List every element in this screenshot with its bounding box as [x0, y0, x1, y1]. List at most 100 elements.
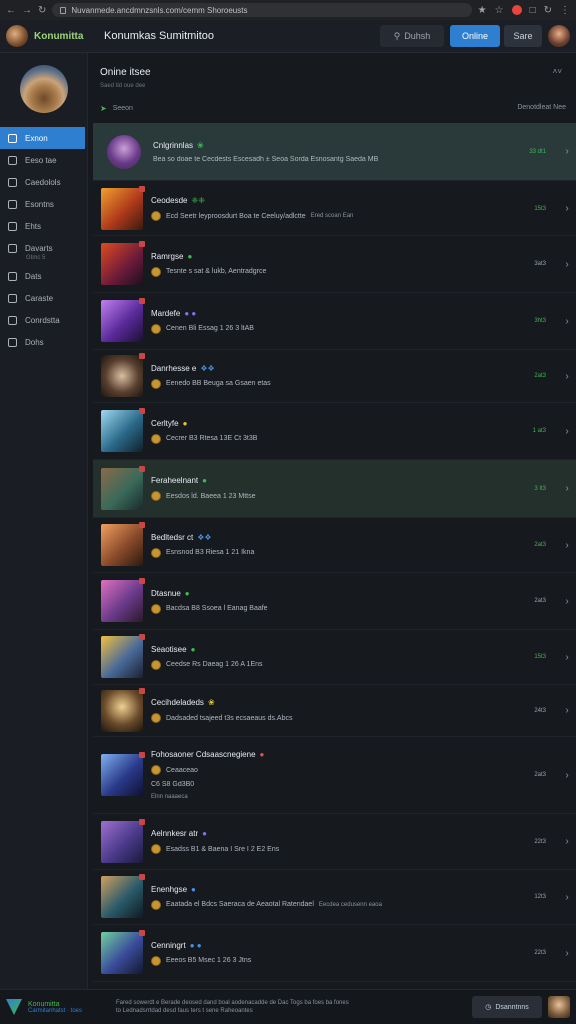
browser-bar: ← → ↻ Nuvanmede.ancdmnzsnls.com/cemm Sho…	[0, 0, 576, 20]
list-item[interactable]: Mardefe ● ● Cenen Bli Essag 1 26 3 ltAB 3ht…	[93, 293, 576, 350]
forward-icon[interactable]: →	[22, 5, 32, 16]
chevron-right-icon[interactable]: ›	[558, 426, 576, 437]
reload-icon[interactable]: ↻	[38, 5, 46, 16]
list-item[interactable]: Feraheelnant ● Eesdos ld. Baeea 1 23 Mttse…	[93, 460, 576, 518]
list-item[interactable]: Cecihdeladeds ❀ Dadsaded tsajeed t3s ecsae…	[93, 685, 576, 737]
list-item[interactable]: Seaotisee ● Ceedse Rs Daeag 1 26 A 1Ens 15t…	[93, 630, 576, 685]
sidebar-item-7[interactable]: Caraste	[0, 287, 87, 309]
sidebar-item-8[interactable]: Conrdstta	[0, 309, 87, 331]
share-icon[interactable]: ★	[478, 5, 487, 16]
sidebar-item-label: Exnon	[25, 133, 48, 143]
menu-icon[interactable]: ⋮	[560, 5, 570, 16]
friend-detail: Ecd Seetr leyproosdurt Boa te Ceeluy/adl…	[151, 211, 506, 221]
coin-icon	[151, 844, 161, 854]
sort-label[interactable]: Denotdleat Nee	[517, 104, 566, 113]
search-icon: ⚲	[393, 30, 401, 41]
sidebar-item-label: Conrdstta	[25, 315, 60, 325]
status-badge: ●	[259, 750, 265, 759]
list-item[interactable]: Ceodesde ❈❈ Ecd Seetr leyproosdurt Boa te …	[93, 182, 576, 236]
chevron-right-icon[interactable]: ›	[558, 836, 576, 847]
footer-avatar[interactable]	[548, 996, 570, 1018]
user-avatar[interactable]	[548, 25, 570, 47]
status-corner-icon	[139, 687, 145, 694]
chevron-right-icon[interactable]: ›	[558, 892, 576, 903]
search-button[interactable]: ⚲ Duhsh	[380, 25, 444, 47]
sidebar-item-label: Davarts	[25, 243, 53, 253]
sidebar-item-3[interactable]: Esontns	[0, 193, 87, 215]
extension-icon[interactable]	[511, 5, 522, 15]
collapse-icon[interactable]: ˄˅	[553, 67, 562, 76]
chevron-right-icon[interactable]: ›	[558, 259, 576, 270]
section-subtitle: Saed tid oue dee	[100, 83, 146, 89]
chevron-right-icon[interactable]: ›	[558, 770, 576, 781]
chevron-right-icon[interactable]: ›	[558, 203, 576, 214]
sidebar-item-2[interactable]: Caedolols	[0, 171, 87, 193]
friend-name-row: Fohosaoner Cdsaascnegiene ●	[151, 750, 506, 759]
chevron-right-icon[interactable]: ›	[558, 371, 576, 382]
list-item[interactable]: Danrhesse e ❖❖ Eenedo BB Beuga sa Gsaen et…	[93, 350, 576, 403]
chevron-right-icon[interactable]: ›	[558, 596, 576, 607]
chevron-right-icon[interactable]: ›	[558, 540, 576, 551]
list-item[interactable]: Enenhgse ● Eaatada el Bdcs Saeraca de Aeao…	[93, 870, 576, 925]
online-button[interactable]: Online	[450, 25, 500, 47]
footer-text: Fared sowerdt e Berade deosed dand boal …	[108, 1000, 472, 1014]
list-item[interactable]: Cnlgrinnlas ❀ Bea so doae te Cecdests Esce…	[93, 123, 576, 181]
friend-name-row: Cecihdeladeds ❀	[151, 698, 506, 707]
sidebar-item-1[interactable]: Eeso tae	[0, 149, 87, 171]
sidebar-item-0[interactable]: Exnon	[0, 127, 85, 149]
chevron-right-icon[interactable]: ›	[558, 948, 576, 959]
status-corner-icon	[139, 408, 145, 414]
sync-icon[interactable]: ↻	[544, 5, 552, 16]
status-text: 15t3	[534, 654, 546, 660]
back-icon[interactable]: ←	[6, 5, 16, 16]
friend-name: Cerltyfe	[151, 418, 179, 428]
friend-name-row: Cenningrt ● ●	[151, 941, 506, 950]
chevron-right-icon[interactable]: ›	[558, 483, 576, 494]
list-item[interactable]: Cenningrt ● ● Eeeos B5 Msec 1 26 3 Jtns 22t…	[93, 925, 576, 982]
sidebar-item-6[interactable]: Dats	[0, 265, 87, 287]
list-item[interactable]: Cerltyfe ● Cecrer B3 Rtesa 13E Ct 3t3B 1 at…	[93, 403, 576, 460]
settings-icon	[8, 271, 17, 281]
address-bar[interactable]: Nuvanmede.ancdmnzsnls.com/cemm Shoroeust…	[52, 3, 472, 17]
status-corner-icon	[139, 930, 145, 936]
chevron-right-icon[interactable]: ›	[558, 146, 576, 157]
coin-icon	[151, 433, 161, 444]
friend-detail: Dadsaded tsajeed t3s ecsaeaus ds.Abcs	[151, 713, 506, 723]
users-icon	[8, 199, 17, 209]
friend-activity: Eaatada el Bdcs Saeraca de Aeaotal Raten…	[166, 901, 314, 908]
chevron-right-icon[interactable]: ›	[558, 316, 576, 327]
friend-info: Enenhgse ● Eaatada el Bdcs Saeraca de Aeao…	[151, 885, 506, 910]
sidebar-item-label: Ehts	[25, 221, 42, 231]
sidebar-item-label: Caraste	[25, 293, 54, 303]
friend-info: Cnlgrinnlas ❀ Bea so doae te Cecdests Esce…	[153, 141, 506, 163]
status-text: 12t3	[534, 894, 546, 900]
sidebar-item-9[interactable]: Dohs	[0, 331, 87, 353]
status-corner-icon	[139, 185, 145, 192]
bookmark-icon[interactable]: □	[530, 5, 536, 16]
friend-avatar	[101, 185, 145, 230]
chevron-right-icon[interactable]: ›	[558, 705, 576, 716]
status-text: 3ht3	[534, 318, 546, 324]
friend-avatar	[101, 752, 145, 796]
list-item[interactable]: Fohosaoner Cdsaascnegiene ● Ceaaceao C6 S8 …	[93, 737, 576, 814]
app-logo[interactable]	[6, 25, 28, 47]
sidebar: Exnon Eeso tae Caedolols Esontns Ehts Da…	[0, 53, 88, 989]
footer-button[interactable]: ◷ Dsanntnns	[472, 996, 542, 1018]
status-badge: ●	[187, 251, 193, 261]
list-item[interactable]: Ramrgse ● Tesnte s sat & lukb, Aentradgrce…	[93, 236, 576, 293]
store-button[interactable]: Sare	[504, 25, 542, 47]
status-text: 15t3	[534, 205, 546, 212]
list-item[interactable]: Bedltedsr ct ❖❖ Esnsnod B3 Riesa 1 21 Ikna…	[93, 518, 576, 573]
sidebar-item-4[interactable]: Ehts	[0, 215, 87, 237]
star-icon[interactable]: ☆	[495, 5, 504, 16]
filter-label[interactable]: Seeon	[113, 105, 133, 112]
friend-activity: Eenedo BB Beuga sa Gsaen etas	[166, 380, 271, 387]
status-corner-icon	[139, 752, 145, 758]
browser-tools: ★ ☆ □ ↻ ⋮	[478, 5, 570, 16]
friend-name: Dtasnue	[151, 588, 181, 598]
chevron-right-icon[interactable]: ›	[558, 652, 576, 663]
profile-avatar[interactable]	[19, 65, 68, 113]
list-item[interactable]: Aelnnkesr atr ● Esadss B1 & Baena I Sre I …	[93, 814, 576, 870]
friend-name: Cnlgrinnlas	[153, 140, 194, 150]
list-item[interactable]: Dtasnue ● Bacdsa B8 Ssoea l Eanag Baafe 2at…	[93, 573, 576, 630]
